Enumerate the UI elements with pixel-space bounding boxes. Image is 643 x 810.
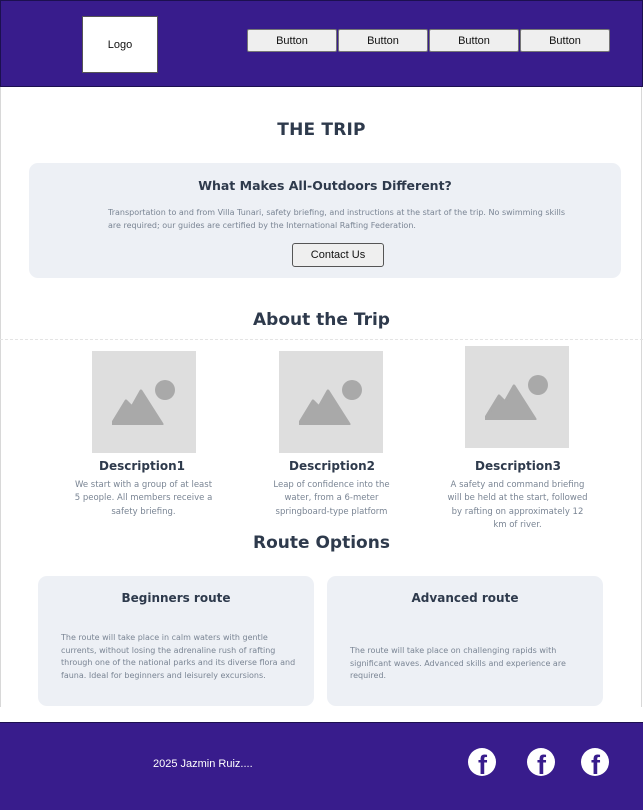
- beginners-route-text: The route will take place in calm waters…: [61, 633, 296, 680]
- description-2-text: Leap of confidence into the water, from …: [273, 480, 390, 517]
- logo[interactable]: Logo: [82, 16, 158, 73]
- description-1-text: We start with a group of at least 5 peop…: [74, 480, 213, 517]
- description-1-title: Description1: [99, 459, 185, 473]
- facebook-icon[interactable]: f: [468, 748, 496, 776]
- facebook-icon[interactable]: f: [527, 748, 555, 776]
- site-header: Logo Button Button Button Button: [0, 0, 643, 87]
- page-border-right: [641, 87, 642, 707]
- about-title: About the Trip: [253, 310, 390, 330]
- advanced-route-text: The route will take place on challenging…: [350, 646, 566, 681]
- copyright-text: 2025 Jazmin Ruiz....: [153, 758, 253, 770]
- contact-us-button[interactable]: Contact Us: [292, 243, 384, 267]
- route-options-title: Route Options: [253, 533, 390, 553]
- difference-title: What Makes All-Outdoors Different?: [198, 178, 452, 193]
- image-placeholder-icon: [279, 351, 383, 453]
- difference-text: Transportation to and from Villa Tunari,…: [108, 208, 566, 230]
- image-placeholder-icon: [92, 351, 196, 453]
- nav-button-2[interactable]: Button: [338, 29, 428, 52]
- page-border-left: [0, 87, 1, 707]
- advanced-route-title: Advanced route: [411, 591, 519, 605]
- main-nav: Button Button Button Button: [247, 29, 610, 52]
- facebook-glyph: f: [591, 750, 600, 776]
- beginners-route-card: Beginners route The route will take plac…: [38, 576, 314, 706]
- nav-button-3[interactable]: Button: [429, 29, 519, 52]
- description-3-title: Description3: [475, 459, 561, 473]
- image-placeholder-icon: [465, 346, 569, 448]
- divider: [0, 339, 643, 340]
- nav-button-4[interactable]: Button: [520, 29, 610, 52]
- description-3-text: A safety and command briefing will be he…: [447, 480, 588, 530]
- beginners-route-title: Beginners route: [121, 591, 231, 605]
- description-2-title: Description2: [289, 459, 375, 473]
- facebook-glyph: f: [478, 750, 487, 776]
- trip-title: THE TRIP: [277, 120, 366, 140]
- difference-card: What Makes All-Outdoors Different? Trans…: [29, 163, 621, 278]
- facebook-glyph: f: [537, 750, 546, 776]
- advanced-route-card: Advanced route The route will take place…: [327, 576, 603, 706]
- nav-button-1[interactable]: Button: [247, 29, 337, 52]
- facebook-icon[interactable]: f: [581, 748, 609, 776]
- site-footer: 2025 Jazmin Ruiz.... f f f: [0, 722, 643, 810]
